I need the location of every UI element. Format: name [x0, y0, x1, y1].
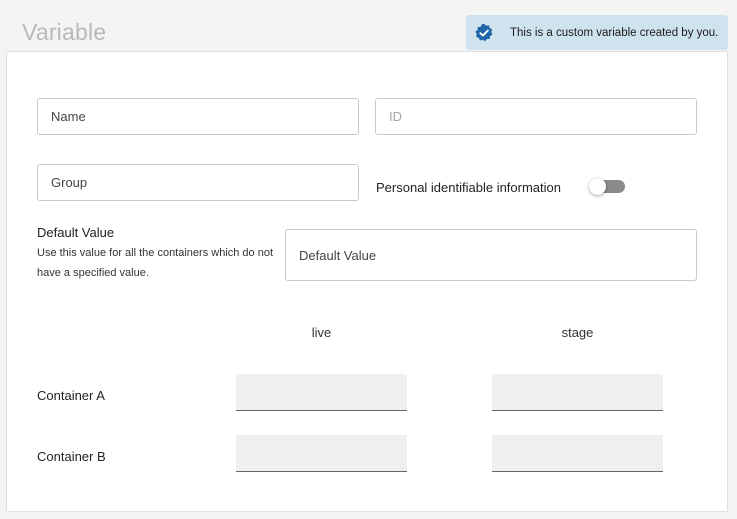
default-value-title: Default Value	[37, 225, 115, 240]
custom-variable-banner: This is a custom variable created by you…	[466, 15, 728, 50]
variable-page: Variable This is a custom variable creat…	[0, 0, 737, 519]
page-title: Variable	[22, 19, 107, 45]
group-input[interactable]	[37, 164, 359, 201]
column-header-live: live	[311, 325, 332, 340]
container-a-live-input[interactable]	[236, 374, 407, 411]
id-input[interactable]	[375, 98, 697, 135]
default-value-input[interactable]	[285, 229, 697, 281]
variable-form-card: Personal identifiable information Defaul…	[6, 51, 728, 512]
row-label-container-b: Container B	[37, 449, 106, 464]
pii-toggle-knob	[589, 178, 606, 195]
container-a-stage-input[interactable]	[492, 374, 663, 411]
container-b-live-input[interactable]	[236, 435, 407, 472]
row-label-container-a: Container A	[37, 388, 105, 403]
pii-label: Personal identifiable information	[376, 180, 561, 195]
pii-toggle[interactable]	[589, 178, 626, 195]
column-header-stage: stage	[561, 325, 594, 340]
name-input[interactable]	[37, 98, 359, 135]
verified-badge-icon	[475, 23, 493, 41]
banner-text: This is a custom variable created by you…	[510, 26, 719, 39]
container-b-stage-input[interactable]	[492, 435, 663, 472]
default-value-description: Use this value for all the containers wh…	[37, 247, 274, 279]
